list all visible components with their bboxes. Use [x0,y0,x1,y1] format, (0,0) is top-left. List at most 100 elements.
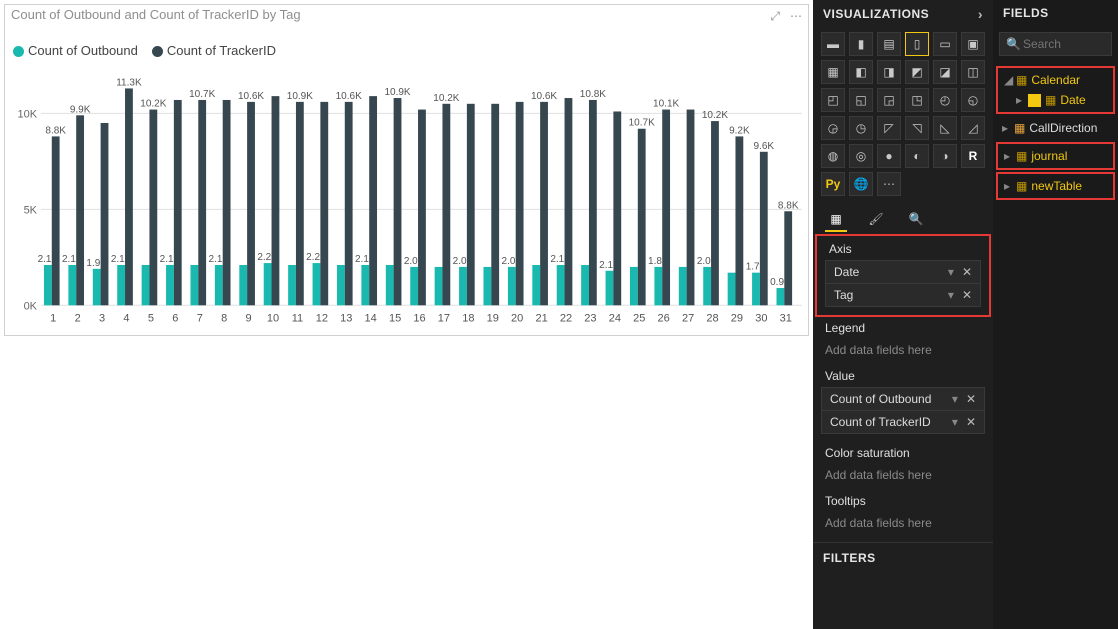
chevron-down-icon[interactable]: ▾ [952,392,958,406]
value-well[interactable]: Count of Outbound▾✕Count of TrackerID▾✕ [821,387,985,434]
svg-text:21: 21 [535,312,547,324]
svg-text:15: 15 [389,312,401,324]
table-row[interactable]: ▸▦CallDirection [996,118,1115,138]
viz-type-icon[interactable]: ◿ [961,116,985,140]
field-checkbox[interactable] [1028,94,1041,107]
svg-text:9.6K: 9.6K [754,141,775,152]
viz-type-icon[interactable]: ◵ [961,88,985,112]
table-row[interactable]: ◢▦Calendar [998,70,1113,90]
remove-field-icon[interactable]: ✕ [966,415,976,429]
viz-type-icon[interactable]: ▤ [877,32,901,56]
well-item[interactable]: Tag ▾ ✕ [826,283,980,306]
expand-icon[interactable]: ▸ [1016,93,1024,107]
well-item[interactable]: Count of Outbound▾✕ [822,388,984,410]
well-item[interactable]: Date▾✕ [826,261,980,283]
viz-type-icon[interactable]: ◐ [905,144,929,168]
expand-icon[interactable]: ▸ [1004,179,1012,193]
colorsat-label: Color saturation [813,440,993,462]
fields-search[interactable]: 🔍 [999,32,1112,56]
viz-type-icon[interactable]: ● [877,144,901,168]
viz-type-icon[interactable]: ◩ [905,60,929,84]
viz-type-icon[interactable]: ◶ [821,116,845,140]
svg-text:12: 12 [316,312,328,324]
colorsat-well[interactable]: Add data fields here [813,462,993,488]
axis-well[interactable]: Date▾✕Tag▾✕ [825,260,981,307]
svg-text:25: 25 [633,312,645,324]
collapse-panel-icon[interactable]: › [978,6,983,22]
viz-type-icon[interactable]: ◍ [821,144,845,168]
chevron-down-icon[interactable]: ▾ [952,415,958,429]
table-row[interactable]: ▸▦journal [998,146,1113,166]
svg-text:0K: 0K [24,300,38,312]
tooltips-well[interactable]: Add data fields here [813,510,993,536]
chart-visual[interactable]: Count of Outbound and Count of TrackerID… [4,4,809,336]
svg-text:20: 20 [511,312,523,324]
viz-type-icon[interactable]: ▣ [961,32,985,56]
table-icon: ▦ [1016,179,1027,193]
viz-type-icon[interactable]: 🌐 [849,172,873,196]
well-item-label: Tag [834,288,853,302]
focus-mode-icon[interactable]: ⤢ [770,9,780,24]
viz-type-icon[interactable]: ⋯ [877,172,901,196]
viz-type-icon[interactable]: ◸ [877,116,901,140]
legend-well[interactable]: Add data fields here [813,337,993,363]
viz-type-icon[interactable]: ◪ [933,60,957,84]
viz-type-icon[interactable]: ◺ [933,116,957,140]
field-row[interactable]: ▸▦Date [998,90,1113,110]
viz-type-icon[interactable]: ◲ [877,88,901,112]
well-item[interactable]: Count of TrackerID▾✕ [822,410,984,433]
svg-text:5: 5 [148,312,154,324]
viz-type-icon[interactable]: ▯ [905,32,929,56]
analytics-tab[interactable]: 🔍 [905,208,927,232]
viz-type-icon[interactable]: ◎ [849,144,873,168]
remove-field-icon[interactable]: ✕ [962,265,972,279]
search-input[interactable] [1021,36,1105,52]
remove-field-icon[interactable]: ✕ [962,288,972,302]
viz-type-icon[interactable]: ◳ [905,88,929,112]
format-tab[interactable]: 🖌 [865,208,887,232]
svg-text:4: 4 [123,312,129,324]
viz-type-icon[interactable]: ◹ [905,116,929,140]
viz-type-icon[interactable]: R [961,144,985,168]
svg-text:10.6K: 10.6K [336,91,362,102]
svg-text:10.7K: 10.7K [189,89,215,100]
svg-text:9.2K: 9.2K [729,125,750,136]
viz-type-icon[interactable]: Py [821,172,845,196]
svg-text:24: 24 [609,312,621,324]
viz-type-icon[interactable]: ◱ [849,88,873,112]
viz-type-icon[interactable]: ▬ [821,32,845,56]
svg-text:14: 14 [365,312,377,324]
table-row[interactable]: ▸▦newTable [998,176,1113,196]
svg-text:11: 11 [292,312,303,324]
viz-type-icon[interactable]: ◫ [961,60,985,84]
viz-type-icon[interactable]: ◷ [849,116,873,140]
legend-item[interactable]: Count of Outbound [13,43,138,58]
viz-type-icon[interactable]: ◰ [821,88,845,112]
viz-type-icon[interactable]: ◴ [933,88,957,112]
svg-text:8.8K: 8.8K [45,125,66,136]
svg-text:7: 7 [197,312,203,324]
svg-text:10: 10 [267,312,279,324]
legend-item[interactable]: Count of TrackerID [152,43,276,58]
viz-type-icon[interactable]: ▮ [849,32,873,56]
viz-type-icon[interactable]: ◑ [933,144,957,168]
remove-field-icon[interactable]: ✕ [966,392,976,406]
viz-type-icon[interactable]: ▭ [933,32,957,56]
expand-icon[interactable]: ◢ [1004,73,1012,87]
svg-text:10.1K: 10.1K [653,99,679,110]
svg-text:19: 19 [487,312,499,324]
expand-icon[interactable]: ▸ [1004,149,1012,163]
chevron-down-icon[interactable]: ▾ [948,288,954,302]
svg-text:30: 30 [755,312,767,324]
fields-tab[interactable]: ▦ [825,208,847,232]
viz-type-icon[interactable]: ◨ [877,60,901,84]
viz-type-icon[interactable]: ◧ [849,60,873,84]
chart-legend: Count of Outbound Count of TrackerID [13,43,290,58]
table-icon: ▦ [1016,149,1027,163]
viz-type-icon[interactable]: ▦ [821,60,845,84]
chevron-down-icon[interactable]: ▾ [948,265,954,279]
more-options-icon[interactable]: ⋯ [790,9,802,24]
expand-icon[interactable]: ▸ [1002,121,1010,135]
svg-text:29: 29 [731,312,743,324]
svg-text:5K: 5K [24,204,38,216]
